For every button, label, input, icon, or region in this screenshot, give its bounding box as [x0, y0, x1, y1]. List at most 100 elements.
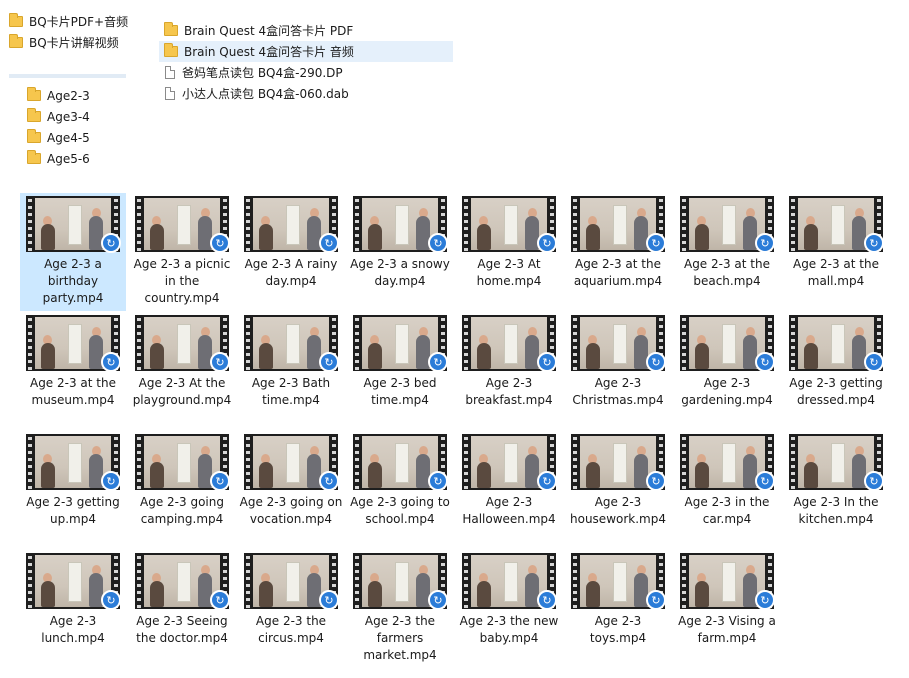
film-strip	[571, 315, 579, 371]
video-thumbnail-icon: ↻	[462, 196, 557, 253]
player-badge-icon: ↻	[755, 590, 775, 610]
video-file-item[interactable]: ↻ Age 2-3 Vising a farm.mp4	[674, 550, 780, 668]
poster	[286, 443, 300, 483]
video-file-item[interactable]: ↻ Age 2-3 toys.mp4	[565, 550, 671, 668]
film-strip	[26, 315, 34, 371]
video-file-item[interactable]: ↻ Age 2-3 A rainy day.mp4	[238, 193, 344, 311]
video-file-item[interactable]: ↻ Age 2-3 a snowy day.mp4	[347, 193, 453, 311]
file-list-item-dab-package[interactable]: 小达人点读包 BQ4盒-060.dab	[159, 83, 453, 104]
poster	[613, 205, 627, 245]
film-strip	[571, 553, 579, 609]
player-badge-icon: ↻	[428, 352, 448, 372]
player-badge-icon: ↻	[210, 471, 230, 491]
video-file-name: Age 2-3 at the mall.mp4	[792, 257, 879, 288]
video-file-item[interactable]: ↻ Age 2-3 lunch.mp4	[20, 550, 126, 668]
video-thumbnail-icon: ↻	[244, 196, 339, 253]
presenter	[695, 581, 709, 607]
video-frame	[144, 317, 220, 369]
video-file-item[interactable]: ↻ Age 2-3 In the kitchen.mp4	[783, 431, 889, 549]
video-file-item[interactable]: ↻ Age 2-3 housework.mp4	[565, 431, 671, 549]
presenter	[695, 343, 709, 369]
player-badge-icon: ↻	[210, 352, 230, 372]
film-strip	[244, 315, 252, 371]
video-file-item[interactable]: ↻ Age 2-3 at the museum.mp4	[20, 312, 126, 430]
nav-item-bq-pdf-audio[interactable]: BQ卡片PDF+音频	[9, 11, 128, 32]
video-frame	[253, 317, 329, 369]
video-file-item[interactable]: ↻ Age 2-3 the circus.mp4	[238, 550, 344, 668]
video-file-name: Age 2-3 going camping.mp4	[140, 495, 224, 526]
video-file-item[interactable]: ↻ Age 2-3 in the car.mp4	[674, 431, 780, 549]
video-thumbnail-icon: ↻	[353, 434, 448, 491]
video-thumbnail-icon: ↻	[353, 196, 448, 253]
video-file-name: Age 2-3 the circus.mp4	[255, 614, 327, 645]
video-file-item[interactable]: ↻ Age 2-3 the farmers market.mp4	[347, 550, 453, 668]
video-file-item[interactable]: ↻ Age 2-3 Bath time.mp4	[238, 312, 344, 430]
video-frame	[689, 436, 765, 488]
video-frame	[471, 555, 547, 607]
video-file-item[interactable]: ↻ Age 2-3 bed time.mp4	[347, 312, 453, 430]
video-thumbnail-icon: ↻	[571, 434, 666, 491]
file-list-label: Brain Quest 4盒问答卡片 PDF	[184, 24, 354, 38]
video-frame	[35, 198, 111, 250]
folder-icon	[27, 87, 41, 101]
video-file-item[interactable]: ↻ Age 2-3 the new baby.mp4	[456, 550, 562, 668]
film-strip	[680, 315, 688, 371]
video-file-item[interactable]: ↻ Age 2-3 going on vocation.mp4	[238, 431, 344, 549]
video-frame	[798, 198, 874, 250]
video-file-item[interactable]: ↻ Age 2-3 getting dressed.mp4	[783, 312, 889, 430]
poster	[504, 324, 518, 364]
video-frame	[580, 555, 656, 607]
presenter	[477, 462, 491, 488]
video-file-item[interactable]: ↻ Age 2-3 at the aquarium.mp4	[565, 193, 671, 311]
video-file-item[interactable]: ↻ Age 2-3 going to school.mp4	[347, 431, 453, 549]
video-file-item[interactable]: ↻ Age 2-3 Seeing the doctor.mp4	[129, 550, 235, 668]
video-file-item[interactable]: ↻ Age 2-3 at the mall.mp4	[783, 193, 889, 311]
video-thumbnail-icon: ↻	[462, 553, 557, 610]
video-file-item[interactable]: ↻ Age 2-3 going camping.mp4	[129, 431, 235, 549]
nav-item-age2-3[interactable]: Age2-3	[27, 85, 90, 106]
file-icon	[165, 66, 175, 79]
video-thumbnail-icon: ↻	[244, 315, 339, 372]
file-list-label: Brain Quest 4盒问答卡片 音频	[184, 45, 354, 59]
film-strip	[680, 553, 688, 609]
file-list-item-bq-pdf[interactable]: Brain Quest 4盒问答卡片 PDF	[159, 20, 453, 41]
video-file-name: Age 2-3 getting up.mp4	[26, 495, 120, 526]
video-file-item[interactable]: ↻ Age 2-3 at the beach.mp4	[674, 193, 780, 311]
video-file-item[interactable]: ↻ Age 2-3 getting up.mp4	[20, 431, 126, 549]
video-file-name: Age 2-3 bed time.mp4	[363, 376, 437, 407]
video-file-item[interactable]: ↻ Age 2-3 Halloween.mp4	[456, 431, 562, 549]
video-file-name: Age 2-3 A rainy day.mp4	[244, 257, 338, 288]
nav-item-age4-5[interactable]: Age4-5	[27, 127, 90, 148]
poster	[395, 324, 409, 364]
film-strip	[353, 553, 361, 609]
presenter	[477, 343, 491, 369]
video-file-item[interactable]: ↻ Age 2-3 At the playground.mp4	[129, 312, 235, 430]
video-thumbnail-icon: ↻	[26, 196, 121, 253]
video-file-item[interactable]: ↻ Age 2-3 At home.mp4	[456, 193, 562, 311]
video-file-name: Age 2-3 At the playground.mp4	[132, 376, 232, 407]
video-file-name: Age 2-3 a birthday party.mp4	[42, 257, 104, 305]
video-thumbnail-icon: ↻	[571, 315, 666, 372]
poster	[68, 324, 82, 364]
file-list-item-bq-audio[interactable]: Brain Quest 4盒问答卡片 音频	[159, 41, 453, 62]
poster	[613, 562, 627, 602]
video-file-item[interactable]: ↻ Age 2-3 a birthday party.mp4	[20, 193, 126, 311]
nav-item-age5-6[interactable]: Age5-6	[27, 148, 90, 169]
nav-item-age3-4[interactable]: Age3-4	[27, 106, 90, 127]
video-file-item[interactable]: ↻ Age 2-3 a picnic in the country.mp4	[129, 193, 235, 311]
poster	[286, 324, 300, 364]
file-list-item-dp-package[interactable]: 爸妈笔点读包 BQ4盒-290.DP	[159, 62, 453, 83]
video-file-item[interactable]: ↻ Age 2-3 gardening.mp4	[674, 312, 780, 430]
nav-item-bq-explain-video[interactable]: BQ卡片讲解视频	[9, 32, 119, 53]
folder-icon	[164, 43, 178, 57]
poster	[722, 205, 736, 245]
presenter	[259, 224, 273, 250]
video-file-item[interactable]: ↻ Age 2-3 breakfast.mp4	[456, 312, 562, 430]
film-strip	[244, 553, 252, 609]
player-badge-icon: ↻	[210, 233, 230, 253]
video-frame	[362, 436, 438, 488]
film-strip	[26, 196, 34, 252]
video-file-name: Age 2-3 going on vocation.mp4	[239, 495, 343, 526]
folder-icon	[27, 129, 41, 143]
video-file-item[interactable]: ↻ Age 2-3 Christmas.mp4	[565, 312, 671, 430]
